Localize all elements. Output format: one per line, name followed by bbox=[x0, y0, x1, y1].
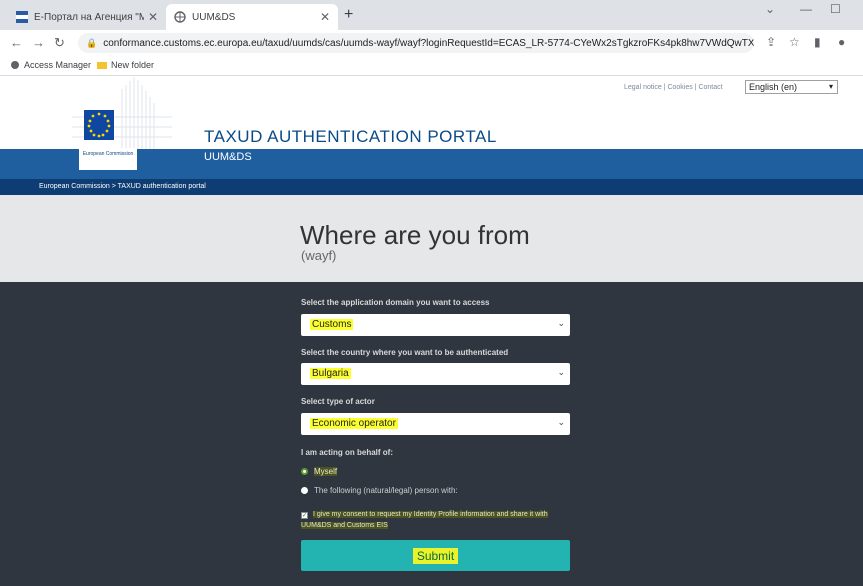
reload-icon[interactable]: ↻ bbox=[54, 35, 65, 51]
page-subtitle: (wayf) bbox=[301, 248, 337, 263]
actor-label: Select type of actor bbox=[301, 397, 375, 406]
submit-button[interactable]: Submit bbox=[301, 540, 570, 571]
behalf-label: I am acting on behalf of: bbox=[301, 448, 394, 457]
bookmark-label: Access Manager bbox=[24, 60, 92, 70]
globe-favicon-icon bbox=[174, 11, 186, 23]
language-value: English (en) bbox=[749, 82, 798, 92]
browser-tab-active[interactable]: UUM&DS ✕ bbox=[166, 4, 338, 30]
back-icon[interactable]: ← bbox=[10, 35, 23, 50]
bookmark-access-manager[interactable]: Access Manager bbox=[10, 60, 91, 70]
close-tab-icon[interactable]: ✕ bbox=[148, 10, 158, 24]
browser-tab[interactable]: Е-Портал на Агенция "Митници" ✕ bbox=[8, 4, 166, 30]
actor-select[interactable]: Economic operator ⌄ bbox=[301, 413, 570, 435]
new-tab-icon[interactable]: + bbox=[344, 6, 353, 24]
language-select[interactable]: English (en) ▾ bbox=[745, 80, 838, 94]
profile-icon[interactable]: ● bbox=[838, 35, 845, 49]
radio-myself[interactable]: Myself bbox=[301, 467, 338, 476]
forward-icon[interactable]: → bbox=[32, 35, 45, 50]
country-value: Bulgaria bbox=[310, 368, 351, 379]
chevron-down-icon: ⌄ bbox=[557, 367, 565, 377]
consent-checkbox-row[interactable]: ✓ I give my consent to request my Identit… bbox=[301, 509, 571, 531]
submit-label: Submit bbox=[412, 547, 459, 564]
domain-label: Select the application domain you want t… bbox=[301, 298, 490, 307]
share-icon[interactable]: ⇪ bbox=[766, 35, 776, 49]
commission-label: European Commission bbox=[79, 148, 137, 170]
chevron-down-icon: ▾ bbox=[828, 82, 833, 91]
radio-selected-icon[interactable] bbox=[301, 468, 308, 475]
domain-select[interactable]: Customs ⌄ bbox=[301, 314, 570, 336]
domain-value: Customs bbox=[310, 319, 354, 330]
country-select[interactable]: Bulgaria ⌄ bbox=[301, 363, 570, 385]
address-bar[interactable]: 🔒 conformance.customs.ec.europa.eu/taxud… bbox=[78, 33, 754, 53]
title-band: Where are you from (wayf) bbox=[0, 195, 863, 282]
checkbox-checked-icon[interactable]: ✓ bbox=[301, 512, 308, 519]
star-icon[interactable]: ☆ bbox=[789, 35, 800, 49]
consent-text: I give my consent to request my Identity… bbox=[301, 511, 548, 529]
sidepanel-icon[interactable]: ▮ bbox=[814, 35, 821, 49]
tab-title: Е-Портал на Агенция "Митници" bbox=[34, 11, 144, 23]
browser-tab-strip: Е-Портал на Агенция "Митници" ✕ UUM&DS ✕… bbox=[0, 0, 863, 30]
radio-label: Myself bbox=[314, 467, 338, 476]
actor-value: Economic operator bbox=[310, 418, 398, 429]
chevron-down-icon: ⌄ bbox=[557, 318, 565, 328]
tab-search-icon[interactable]: ⌄ bbox=[765, 2, 775, 16]
top-links[interactable]: Legal notice | Cookies | Contact bbox=[624, 84, 723, 91]
flag-favicon-icon bbox=[16, 11, 28, 23]
app-name: UUM&DS bbox=[204, 151, 252, 163]
radio-other-person[interactable]: The following (natural/legal) person wit… bbox=[301, 486, 458, 495]
bookmarks-bar: Access Manager New folder bbox=[0, 56, 863, 76]
url-text: conformance.customs.ec.europa.eu/taxud/u… bbox=[103, 37, 754, 49]
breadcrumb[interactable]: European Commission > TAXUD authenticati… bbox=[39, 183, 206, 190]
maximize-icon[interactable]: ☐ bbox=[830, 2, 841, 16]
tab-title: UUM&DS bbox=[192, 11, 236, 23]
chevron-down-icon: ⌄ bbox=[557, 417, 565, 427]
browser-toolbar: ← → ↻ 🔒 conformance.customs.ec.europa.eu… bbox=[0, 30, 863, 56]
radio-unselected-icon[interactable] bbox=[301, 487, 308, 494]
page-header: TAXUD AUTHENTICATION PORTAL Legal notice… bbox=[0, 77, 863, 152]
bookmark-label: New folder bbox=[111, 60, 155, 70]
radio-label: The following (natural/legal) person wit… bbox=[314, 486, 458, 495]
minimize-icon[interactable]: — bbox=[800, 2, 812, 16]
folder-icon bbox=[97, 62, 107, 69]
country-label: Select the country where you want to be … bbox=[301, 348, 509, 357]
breadcrumb-bar: European Commission > TAXUD authenticati… bbox=[0, 179, 863, 195]
lock-icon: 🔒 bbox=[86, 37, 98, 48]
close-tab-icon[interactable]: ✕ bbox=[320, 10, 330, 24]
portal-title: TAXUD AUTHENTICATION PORTAL bbox=[204, 127, 497, 146]
globe-icon bbox=[11, 61, 19, 69]
bookmark-new-folder[interactable]: New folder bbox=[97, 60, 154, 70]
page-title: Where are you from bbox=[300, 220, 530, 250]
